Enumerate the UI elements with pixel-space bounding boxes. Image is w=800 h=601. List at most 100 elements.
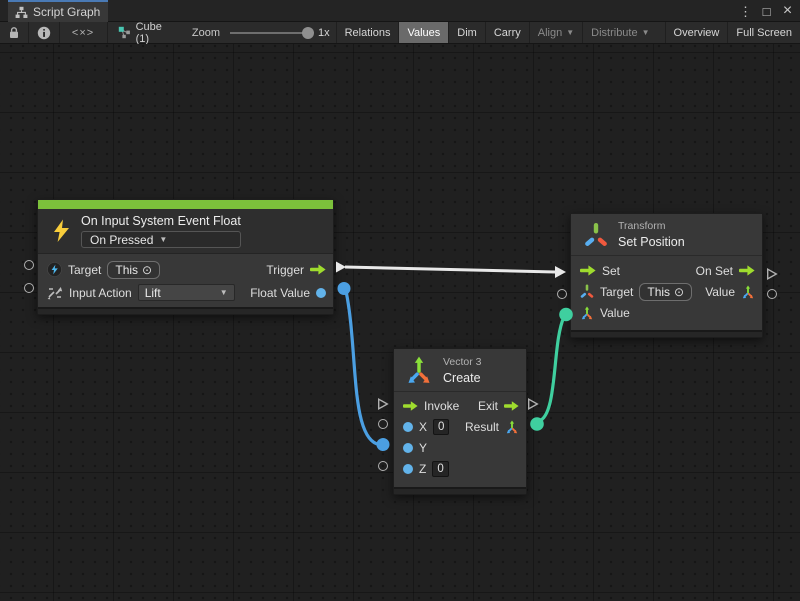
align-dropdown[interactable]: Align ▼ — [529, 22, 582, 43]
distribute-dropdown[interactable]: Distribute ▼ — [582, 22, 657, 43]
preview-code-button[interactable]: <×> — [59, 22, 107, 43]
node-type-label: Vector 3 — [443, 356, 482, 368]
node-transform-set-position[interactable]: Transform Set Position Set On Set — [570, 213, 763, 338]
node-title: Set Position — [618, 235, 685, 249]
title-bar: Script Graph ⋮ □ × — [0, 0, 800, 22]
lightning-bolt-icon — [51, 219, 72, 243]
value-out-vector3-port[interactable] — [741, 285, 755, 299]
float-value-port-label: Float Value — [250, 286, 310, 300]
result-port-label: Result — [465, 420, 499, 434]
zoom-slider[interactable] — [230, 27, 312, 39]
carry-toggle[interactable]: Carry — [485, 22, 529, 43]
on-set-port-label: On Set — [696, 264, 733, 278]
event-input-action-ext-port[interactable] — [24, 283, 34, 293]
node-title: On Input System Event Float — [81, 214, 241, 228]
chevron-down-icon: ▼ — [220, 288, 228, 297]
trigger-control-port[interactable] — [310, 264, 326, 275]
script-graph-asset-icon — [118, 26, 131, 39]
toolbar-toggles: Relations Values Dim Carry Align ▼ Distr… — [336, 22, 800, 43]
close-icon[interactable]: × — [779, 2, 796, 20]
transform-target-this-chip[interactable]: This ⊙ — [639, 283, 692, 301]
event-target-ext-port[interactable] — [24, 260, 34, 270]
set-control-port[interactable] — [580, 265, 596, 276]
exit-port-label: Exit — [478, 399, 498, 413]
zoom-label: Zoom — [192, 27, 220, 39]
dim-toggle[interactable]: Dim — [448, 22, 485, 43]
vector3-icon — [404, 355, 434, 385]
transform-target-ext-port[interactable] — [557, 289, 567, 299]
y-port-label: Y — [419, 441, 427, 455]
align-label: Align — [538, 27, 562, 39]
graph-breadcrumb-label: Cube (1) — [136, 21, 162, 45]
invoke-port-label: Invoke — [424, 399, 459, 413]
zoom-slider-handle[interactable] — [302, 27, 314, 39]
wire-result-to-value — [530, 308, 573, 431]
zoom-slider-track[interactable] — [230, 32, 312, 34]
fullscreen-button[interactable]: Full Screen — [727, 22, 800, 43]
window-controls: ⋮ □ × — [737, 0, 796, 22]
chevron-down-icon: ▼ — [566, 28, 574, 37]
input-action-port-label: Input Action — [69, 286, 132, 300]
vector3-x-ext-port[interactable] — [378, 419, 388, 429]
tab-label: Script Graph — [33, 5, 100, 19]
vector3-invoke-ext-port[interactable] — [378, 397, 389, 409]
vector3-z-ext-port[interactable] — [378, 461, 388, 471]
node-on-input-system-event-float[interactable]: On Input System Event Float On Pressed ▼ — [37, 199, 334, 315]
event-mode-value: On Pressed — [90, 233, 153, 247]
x-input-port[interactable] — [403, 422, 413, 432]
graph-canvas[interactable]: On Input System Event Float On Pressed ▼ — [0, 44, 800, 601]
float-value-port[interactable] — [316, 288, 326, 298]
z-input-port[interactable] — [403, 464, 413, 474]
graph-toolbar: <×> Cube (1) Zoom 1x Relations V — [0, 22, 800, 44]
event-target-icon — [47, 262, 62, 277]
overview-button[interactable]: Overview — [665, 22, 728, 43]
event-mode-dropdown[interactable]: On Pressed ▼ — [81, 231, 241, 248]
graph-breadcrumb[interactable]: Cube (1) — [108, 22, 172, 43]
transform-mini-icon[interactable] — [580, 284, 594, 299]
node-footer — [38, 307, 333, 314]
info-icon — [37, 26, 51, 40]
value-in-vector3-port[interactable] — [580, 306, 594, 320]
trigger-port-label: Trigger — [266, 263, 304, 277]
info-button[interactable] — [29, 22, 59, 43]
event-target-this-chip[interactable]: This ⊙ — [107, 261, 160, 279]
transform-on-set-ext-port[interactable] — [767, 267, 778, 279]
invoke-control-port[interactable] — [403, 401, 418, 411]
chevron-down-icon: ▼ — [159, 235, 167, 244]
relations-toggle[interactable]: Relations — [336, 22, 399, 43]
transform-value-out-ext-port[interactable] — [767, 289, 777, 299]
value-out-port-label: Value — [705, 285, 735, 299]
node-footer — [394, 487, 526, 494]
tab-script-graph[interactable]: Script Graph — [8, 0, 108, 22]
x-value-field[interactable]: 0 — [433, 419, 449, 435]
distribute-label: Distribute — [591, 27, 637, 39]
exit-control-port[interactable] — [504, 401, 519, 411]
lock-button[interactable] — [0, 22, 28, 43]
set-port-label: Set — [602, 264, 620, 278]
target-port-label: Target — [68, 263, 101, 277]
maximize-icon[interactable]: □ — [758, 2, 775, 20]
value-in-port-label: Value — [600, 306, 630, 320]
vector3-exit-ext-port[interactable] — [528, 397, 539, 409]
y-input-port[interactable] — [403, 443, 413, 453]
window-menu-icon[interactable]: ⋮ — [737, 2, 754, 20]
graph-hierarchy-icon — [15, 6, 28, 19]
object-picker-icon: ⊙ — [674, 285, 684, 299]
wire-trigger-to-set — [336, 262, 566, 279]
unity-script-graph-window: Script Graph ⋮ □ × — [0, 0, 800, 601]
this-chip-label: This — [647, 285, 670, 299]
transform-icon — [583, 221, 609, 249]
zoom-value: 1x — [318, 27, 330, 39]
this-chip-label: This — [115, 263, 138, 277]
input-action-value: Lift — [145, 286, 161, 300]
input-action-dropdown[interactable]: Lift ▼ — [138, 284, 235, 301]
chevron-down-icon: ▼ — [642, 28, 650, 37]
values-toggle[interactable]: Values — [398, 22, 448, 43]
input-action-icon — [47, 286, 63, 300]
node-vector3-create[interactable]: Vector 3 Create Invoke Exit — [393, 348, 527, 495]
result-vector3-port[interactable] — [505, 420, 519, 434]
z-value-field[interactable]: 0 — [432, 461, 448, 477]
on-set-control-port[interactable] — [739, 265, 755, 276]
zoom-control: Zoom 1x — [186, 22, 336, 43]
node-footer — [571, 330, 762, 337]
